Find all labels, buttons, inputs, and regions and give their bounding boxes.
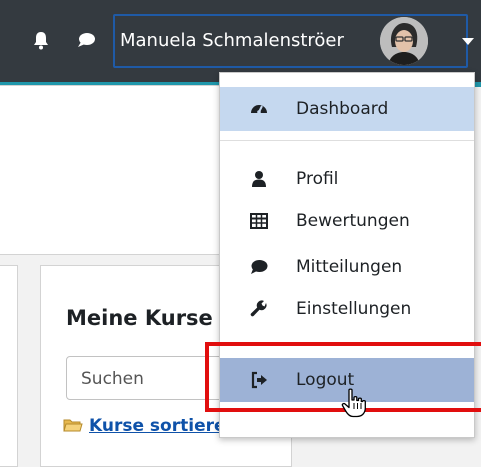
table-icon [250, 213, 268, 229]
search-placeholder: Suchen [81, 369, 144, 389]
avatar-image [380, 17, 428, 65]
menu-item-messages[interactable]: Mitteilungen [220, 245, 474, 289]
wrench-icon [250, 300, 267, 317]
menu-item-grades[interactable]: Bewertungen [220, 199, 474, 243]
hand-cursor-icon [341, 388, 366, 418]
menu-item-label: Einstellungen [296, 299, 412, 319]
folder-icon [63, 419, 83, 432]
user-name: Manuela Schmalenströer [120, 30, 344, 51]
card-title: Meine Kurse [66, 306, 213, 330]
comment-icon [251, 260, 268, 274]
menu-item-label: Bewertungen [296, 211, 410, 231]
content-panel [0, 85, 240, 255]
menu-item-dashboard[interactable]: Dashboard [220, 87, 474, 131]
divider [220, 140, 474, 141]
avatar[interactable] [380, 17, 428, 65]
menu-item-label: Mitteilungen [296, 257, 403, 277]
user-icon [252, 171, 266, 187]
menu-item-profile[interactable]: Profil [220, 157, 474, 201]
chat-icon[interactable] [76, 30, 96, 50]
top-navbar: Manuela Schmalenströer [0, 0, 481, 82]
menu-item-label: Dashboard [296, 99, 389, 119]
bell-icon[interactable] [31, 30, 51, 50]
menu-item-label: Profil [296, 169, 339, 189]
chevron-down-icon[interactable] [462, 38, 474, 45]
dashboard-icon [251, 105, 267, 114]
side-panel [0, 265, 18, 467]
menu-item-settings[interactable]: Einstellungen [220, 287, 474, 331]
